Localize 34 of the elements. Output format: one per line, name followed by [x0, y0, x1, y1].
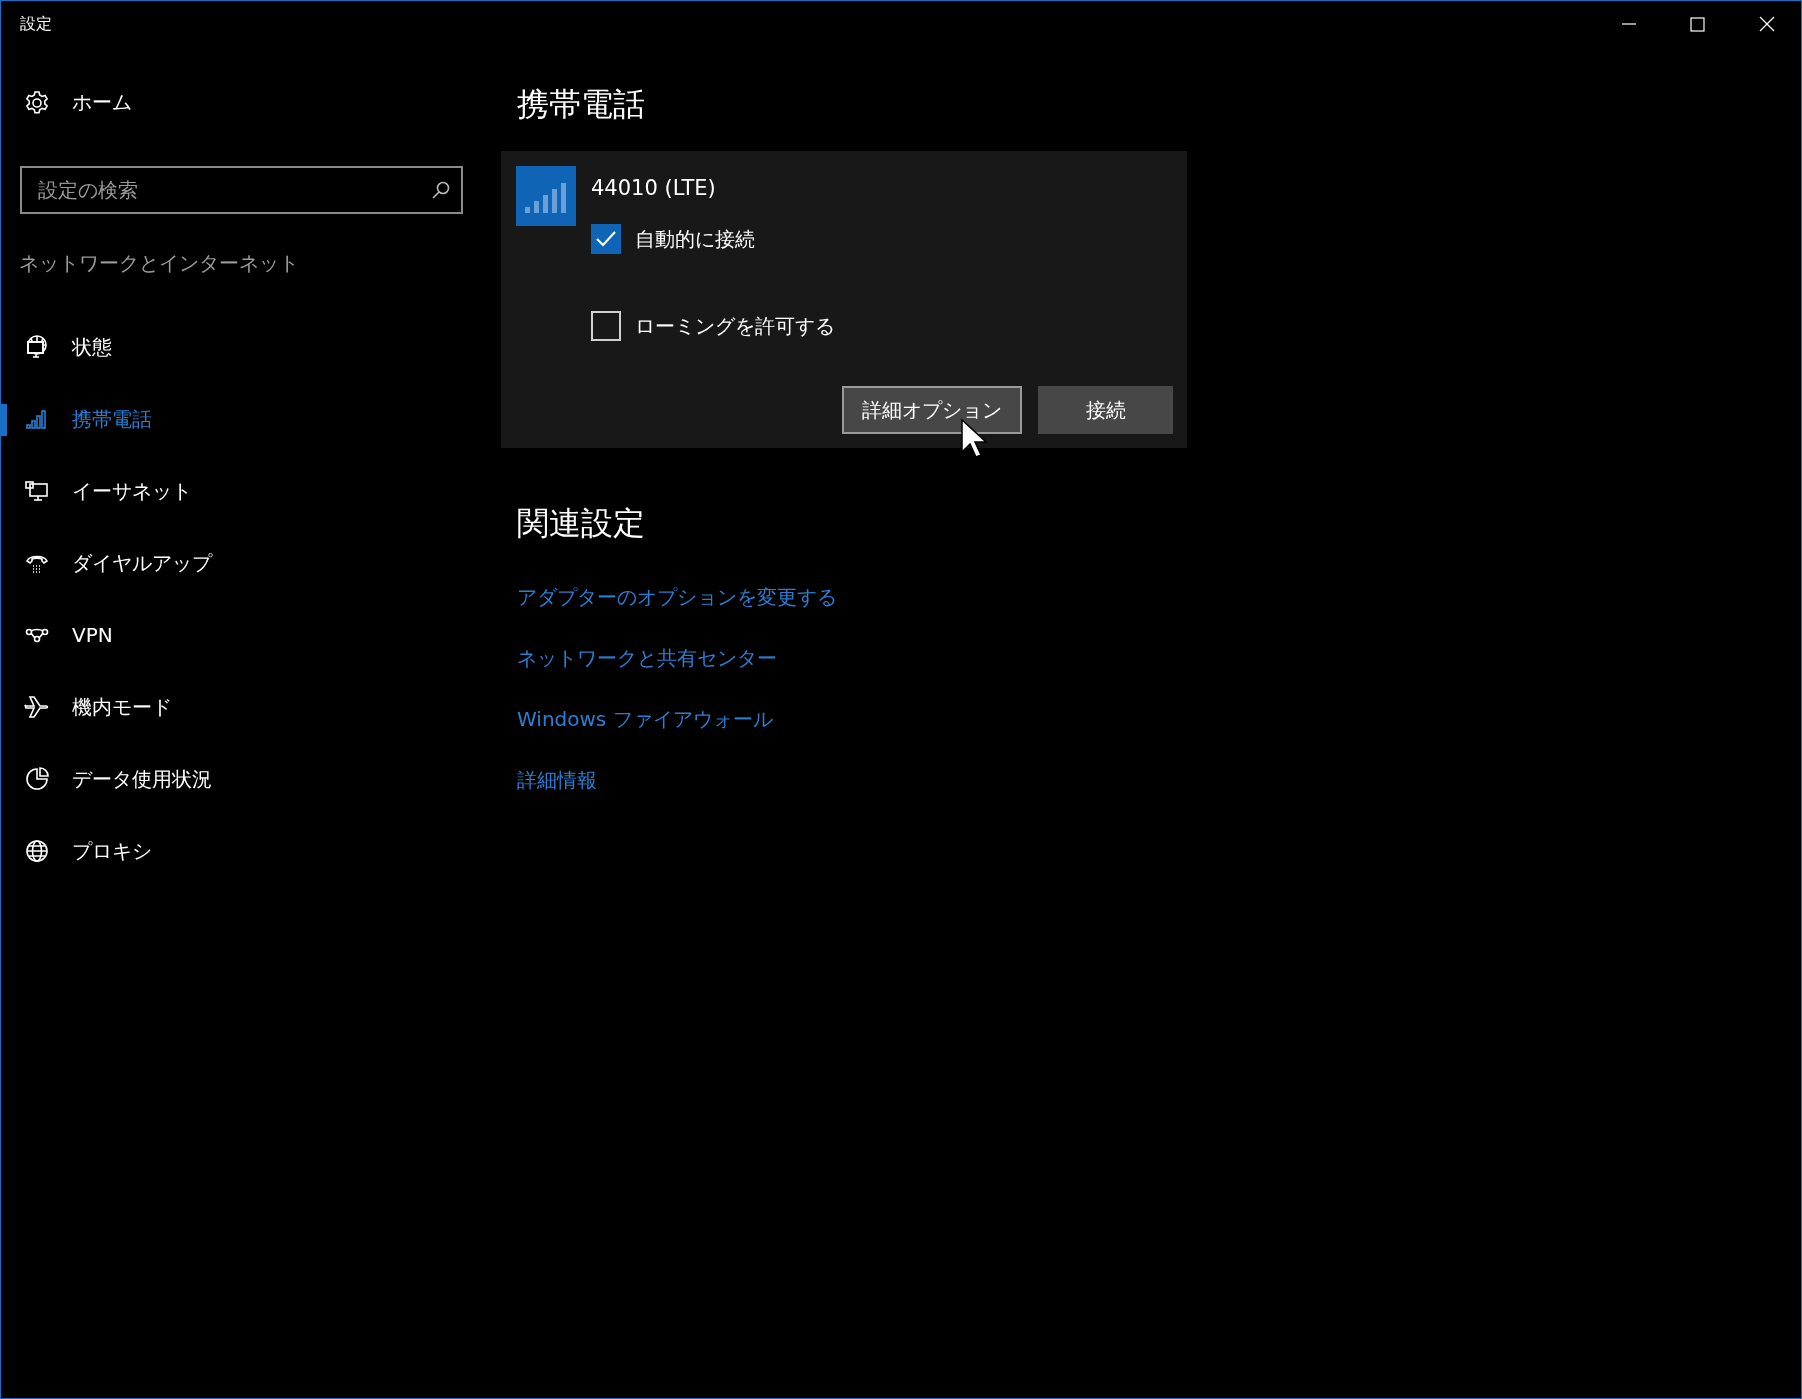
nav-item[interactable]: VPN: [1, 599, 481, 671]
section-title: 関連設定: [517, 503, 646, 544]
section-heading: ネットワークとインターネット: [19, 250, 300, 277]
checkbox-label: ローミングを許可する: [635, 312, 835, 340]
nav-item[interactable]: イーサネット: [1, 455, 481, 527]
status-globe-icon: [24, 334, 50, 360]
maximize-icon: [1690, 16, 1705, 32]
settings-link[interactable]: 詳細情報: [517, 767, 597, 794]
network-name: 44010 (LTE): [591, 176, 717, 200]
settings-link[interactable]: アダプターのオプションを変更する: [517, 584, 837, 611]
page-title: 携帯電話: [517, 84, 646, 125]
pie-chart-icon: [24, 766, 50, 792]
nav-item[interactable]: 状態: [1, 311, 481, 383]
airplane-icon: [24, 694, 50, 720]
nav-item[interactable]: 機内モード: [1, 671, 481, 743]
home-nav-item[interactable]: ホーム: [1, 75, 132, 130]
nav-item[interactable]: プロキシ: [1, 815, 481, 887]
search-field[interactable]: 設定の検索: [20, 166, 463, 214]
settings-icon: [24, 89, 50, 116]
checkbox[interactable]: [591, 224, 621, 254]
search-icon: [431, 180, 451, 200]
checkbox-label: 自動的に接続: [635, 225, 755, 253]
nav-item[interactable]: 携帯電話: [1, 383, 481, 455]
nav-item[interactable]: データ使用状況: [1, 743, 481, 815]
globe-icon: [24, 838, 50, 864]
window-title: 設定: [20, 13, 53, 35]
ethernet-monitor-icon: [24, 478, 50, 504]
advanced-options-button[interactable]: 詳細オプション: [842, 386, 1022, 434]
connect-button[interactable]: 接続: [1038, 386, 1173, 434]
nav-item[interactable]: ダイヤルアップ: [1, 527, 481, 599]
settings-link[interactable]: ネットワークと共有センター: [517, 645, 777, 672]
settings-link[interactable]: Windows ファイアウォール: [517, 706, 773, 733]
close-icon: [1758, 16, 1775, 32]
minimize-icon: [1621, 23, 1636, 25]
